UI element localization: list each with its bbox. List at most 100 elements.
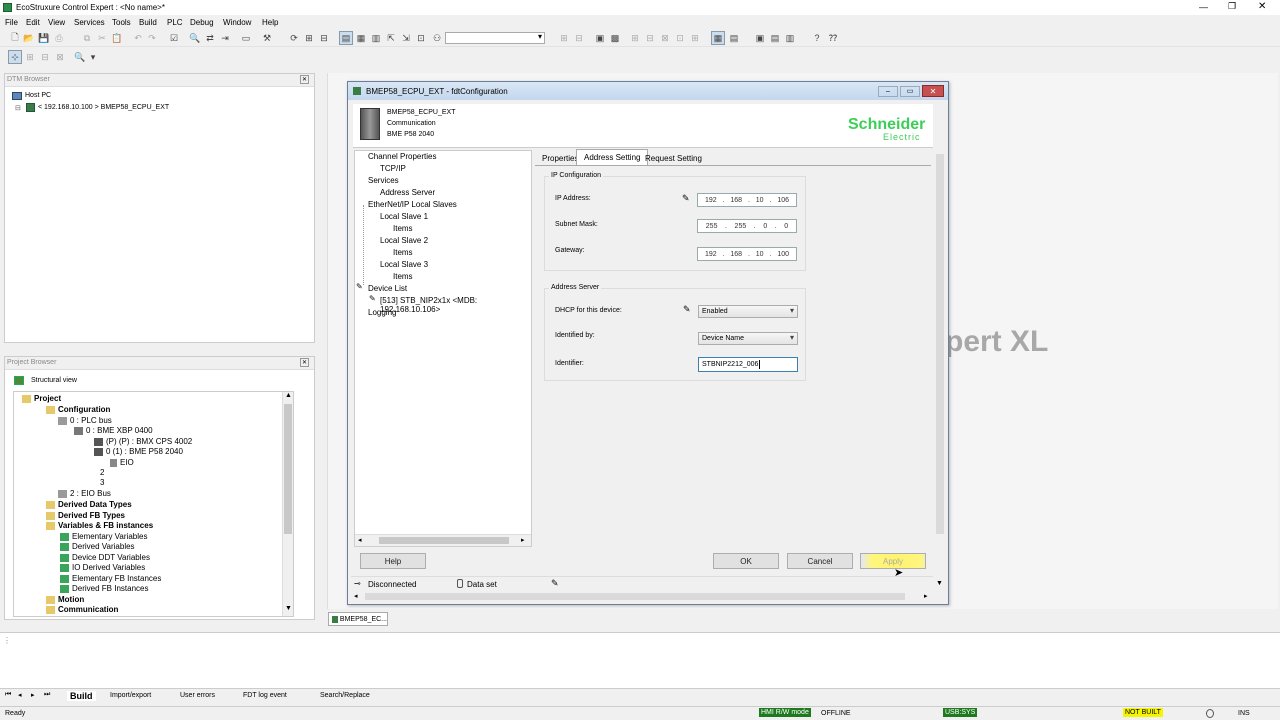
- zoom-icon[interactable]: 🔍: [73, 50, 87, 64]
- find-icon[interactable]: 🔍: [188, 31, 202, 45]
- menu-edit[interactable]: Edit: [26, 18, 40, 27]
- dialog-vscrollbar[interactable]: ▼: [934, 150, 946, 590]
- window2-icon[interactable]: ▤: [768, 31, 782, 45]
- cascade-icon[interactable]: ▤: [727, 31, 741, 45]
- dtm-browser-close-icon[interactable]: ✕: [300, 75, 309, 84]
- debug5-icon[interactable]: ⊞: [628, 31, 642, 45]
- dialog-hscroll-thumb[interactable]: [365, 593, 905, 600]
- tree-elementary-fb[interactable]: Elementary FB Instances: [60, 574, 161, 583]
- nav-items-1[interactable]: Items: [393, 224, 413, 233]
- binoculars-icon[interactable]: ⚇: [430, 31, 444, 45]
- paste-icon[interactable]: 📋: [110, 31, 124, 45]
- zoom-fit-icon[interactable]: ⊞: [23, 50, 37, 64]
- new-icon[interactable]: 🗋: [8, 31, 22, 45]
- debug8-icon[interactable]: ⊡: [673, 31, 687, 45]
- subnet-mask-field[interactable]: 255. 255. 0. 0: [697, 219, 797, 233]
- simulate-icon[interactable]: ⊟: [317, 31, 331, 45]
- output-pin-icon[interactable]: ⋮: [3, 636, 11, 645]
- menu-help[interactable]: Help: [262, 18, 278, 27]
- cancel-button[interactable]: Cancel: [787, 553, 853, 569]
- redo-icon[interactable]: ↷: [145, 31, 159, 45]
- debug1-icon[interactable]: ⊞: [557, 31, 571, 45]
- output-tab-search-replace[interactable]: Search/Replace: [320, 692, 370, 699]
- tree-plc-bus[interactable]: 0 : PLC bus: [58, 416, 112, 425]
- scroll-thumb[interactable]: [284, 404, 292, 534]
- ip-address-field[interactable]: 192. 168. 10. 106: [697, 193, 797, 207]
- help-button[interactable]: Help: [360, 553, 426, 569]
- scroll-down-icon[interactable]: ▼: [285, 605, 292, 612]
- nav-hscrollbar[interactable]: ◂ ▸: [355, 534, 531, 546]
- save-icon[interactable]: 💾: [37, 31, 51, 45]
- nav-device-list[interactable]: Device List: [368, 284, 407, 293]
- tree-cpu[interactable]: 0 (1) : BME P58 2040: [94, 447, 183, 456]
- host-pc-label[interactable]: Host PC: [25, 92, 51, 99]
- scroll-up-icon[interactable]: ▲: [285, 392, 292, 399]
- output-tab-fdt-log[interactable]: FDT log event: [243, 692, 287, 699]
- nav-local-slave-3[interactable]: Local Slave 3: [380, 260, 428, 269]
- scroll-right-icon[interactable]: ▸: [924, 592, 928, 600]
- output-tab-build[interactable]: Build: [67, 691, 96, 701]
- nav-logging[interactable]: Logging: [368, 308, 396, 317]
- scroll-left-icon[interactable]: ◂: [354, 592, 358, 600]
- restore-icon[interactable]: ❐: [1228, 1, 1236, 12]
- menu-file[interactable]: File: [5, 18, 18, 27]
- window3-icon[interactable]: ▥: [783, 31, 797, 45]
- layout-icon[interactable]: ▥: [369, 31, 383, 45]
- nav-ethernetip-slaves[interactable]: EtherNet/IP Local Slaves: [368, 200, 457, 209]
- apply-button[interactable]: Apply: [860, 553, 926, 569]
- nav-local-slave-2[interactable]: Local Slave 2: [380, 236, 428, 245]
- tree-eio-bus[interactable]: 2 : EIO Bus: [58, 489, 111, 498]
- window1-icon[interactable]: ▣: [753, 31, 767, 45]
- menu-build[interactable]: Build: [139, 18, 157, 27]
- animate-icon[interactable]: ⊡: [414, 31, 428, 45]
- stop-icon[interactable]: ⇲: [399, 31, 413, 45]
- output-tab-user-errors[interactable]: User errors: [180, 692, 215, 699]
- debug2-icon[interactable]: ⊟: [572, 31, 586, 45]
- debug3-icon[interactable]: ▣: [593, 31, 607, 45]
- grid-icon[interactable]: ⊟: [38, 50, 52, 64]
- tree-communication[interactable]: Communication: [46, 605, 118, 614]
- tree-device-ddt[interactable]: Device DDT Variables: [60, 553, 150, 562]
- tab-nav-prev-icon[interactable]: ◂: [18, 691, 22, 699]
- library-icon[interactable]: ▦: [354, 31, 368, 45]
- tree-elementary-variables[interactable]: Elementary Variables: [60, 532, 147, 541]
- browser-icon[interactable]: ▤: [339, 31, 353, 45]
- run-icon[interactable]: ⇱: [384, 31, 398, 45]
- nav-items-2[interactable]: Items: [393, 248, 413, 257]
- tab-request-setting[interactable]: Request Setting: [638, 151, 709, 165]
- minimize-icon[interactable]: —: [1199, 2, 1208, 12]
- debug9-icon[interactable]: ⊞: [688, 31, 702, 45]
- align-icon[interactable]: ⊠: [53, 50, 67, 64]
- screen-icon[interactable]: ▭: [239, 31, 253, 45]
- tree-slot-3[interactable]: 3: [100, 478, 104, 487]
- tree-derived-data-types[interactable]: Derived Data Types: [46, 500, 132, 509]
- transfer-icon[interactable]: ⟳: [287, 31, 301, 45]
- debug7-icon[interactable]: ⊠: [658, 31, 672, 45]
- tile-icon[interactable]: ▦: [711, 31, 725, 45]
- nav-items-3[interactable]: Items: [393, 272, 413, 281]
- nav-address-server[interactable]: Address Server: [380, 188, 435, 197]
- hscroll-thumb[interactable]: [379, 537, 509, 544]
- tab-nav-first-icon[interactable]: ⏮: [5, 691, 11, 699]
- scroll-left-icon[interactable]: ◂: [358, 536, 362, 544]
- nav-stb-device[interactable]: [513] STB_NIP2x1x <MDB: 192.168.10.106>: [380, 296, 531, 314]
- dialog-maximize-icon[interactable]: ▭: [900, 86, 920, 97]
- select-icon[interactable]: ⊹: [8, 50, 22, 64]
- context-help-icon[interactable]: ⁇: [826, 31, 840, 45]
- analyze-icon[interactable]: ☑: [167, 31, 181, 45]
- print-icon[interactable]: ⎙: [52, 31, 66, 45]
- dialog-close-icon[interactable]: ✕: [922, 85, 944, 97]
- tree-power-supply[interactable]: (P) (P) : BMX CPS 4002: [94, 437, 192, 446]
- debug6-icon[interactable]: ⊟: [643, 31, 657, 45]
- dtm-device-label[interactable]: < 192.168.10.100 > BMEP58_ECPU_EXT: [38, 104, 169, 111]
- debug4-icon[interactable]: ▩: [608, 31, 622, 45]
- tree-motion[interactable]: Motion: [46, 595, 84, 604]
- tree-slot-2[interactable]: 2: [100, 468, 104, 477]
- tree-derived-fb[interactable]: Derived FB Instances: [60, 584, 148, 593]
- tab-nav-last-icon[interactable]: ⏭: [44, 691, 50, 699]
- close-icon[interactable]: ✕: [1258, 1, 1266, 12]
- gateway-field[interactable]: 192. 168. 10. 100: [697, 247, 797, 261]
- menu-debug[interactable]: Debug: [190, 18, 214, 27]
- tab-nav-next-icon[interactable]: ▸: [31, 691, 35, 699]
- open-icon[interactable]: 📂: [22, 31, 36, 45]
